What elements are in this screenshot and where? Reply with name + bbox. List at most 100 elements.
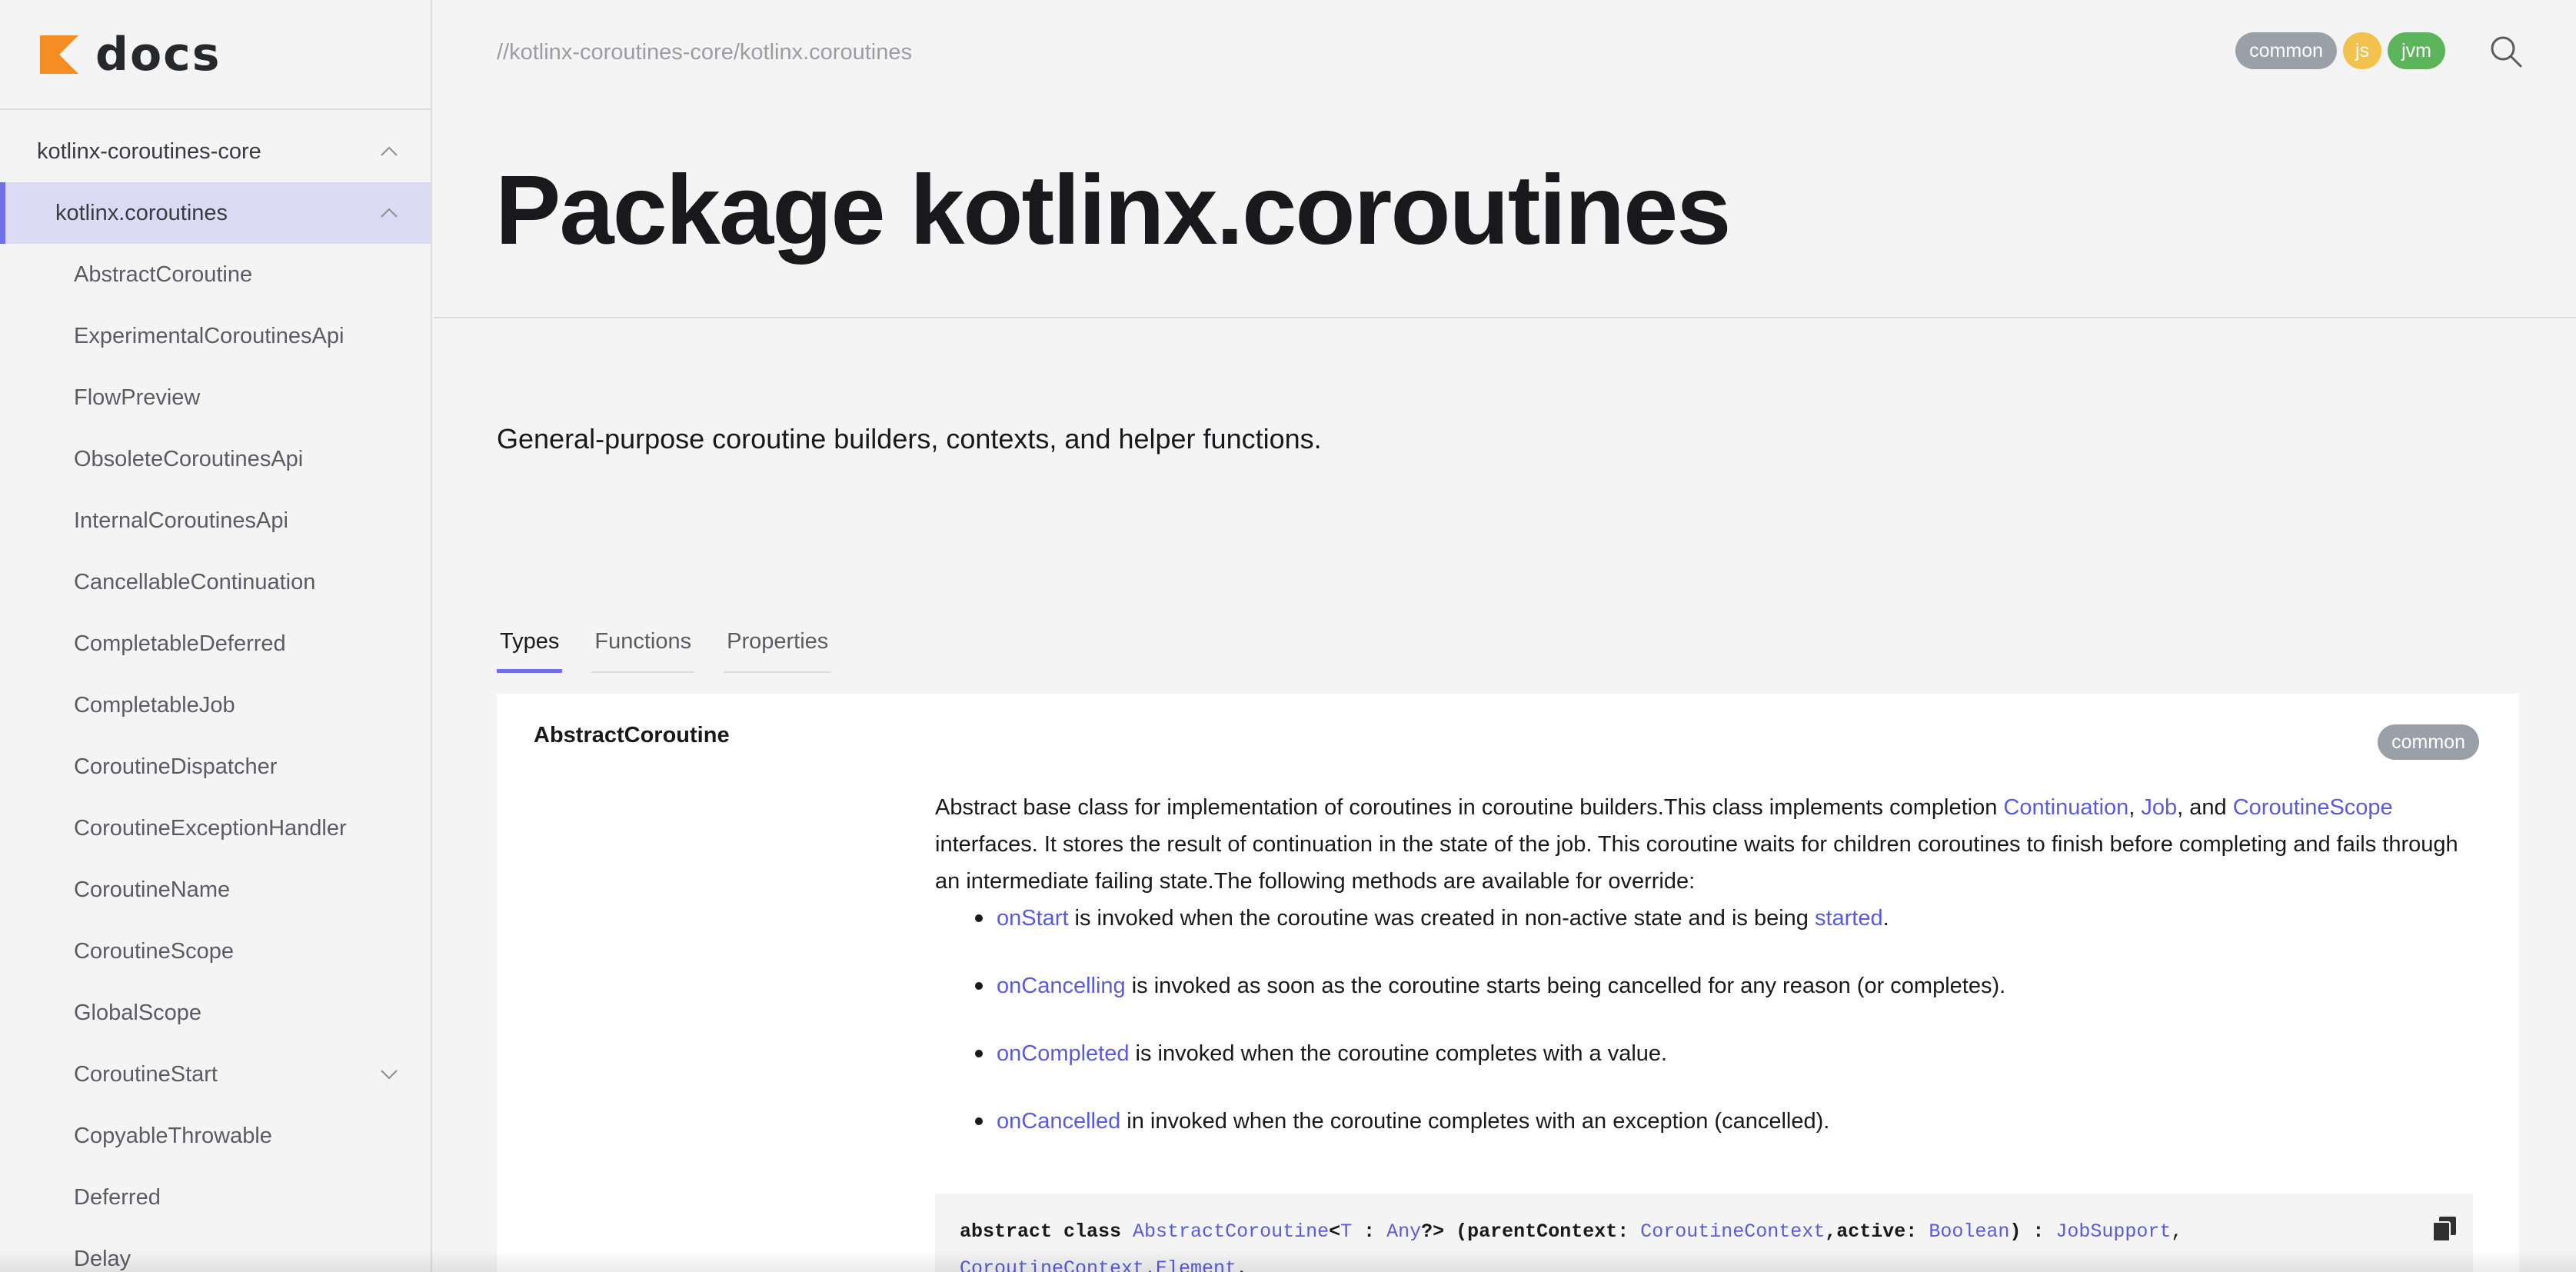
sidebar-item-label: kotlinx-coroutines-core (37, 138, 261, 164)
sidebar-item-coroutinename[interactable]: CoroutineName (0, 859, 431, 921)
logo-bar: docs (0, 0, 431, 110)
sidebar-item-internalcoroutinesapi[interactable]: InternalCoroutinesApi (0, 490, 431, 551)
link-on-completed[interactable]: onCompleted (997, 1041, 1130, 1066)
link-job[interactable]: Job (2141, 795, 2177, 820)
platform-badge-js[interactable]: js (2343, 32, 2382, 69)
sidebar-item-obsoletecoroutinesapi[interactable]: ObsoleteCoroutinesApi (0, 428, 431, 490)
code-link[interactable]: AbstractCoroutine (1133, 1220, 1329, 1243)
chevron-down-icon[interactable] (380, 1068, 398, 1081)
type-description: Abstract base class for implementation o… (935, 789, 2481, 1170)
sidebar-item-label: CoroutineExceptionHandler (74, 815, 347, 841)
content-tabs: Types Functions Properties (497, 624, 832, 673)
type-card-abstract-coroutine: AbstractCoroutine common Abstract base c… (497, 694, 2519, 1272)
code-param: active: (1836, 1220, 1929, 1243)
code-punct: , (1825, 1220, 1837, 1243)
sidebar-item-completabledeferred[interactable]: CompletableDeferred (0, 613, 431, 674)
platform-badge-common[interactable]: common (2235, 32, 2338, 69)
sidebar-item-label: CoroutineName (74, 877, 231, 902)
code-line: abstract class AbstractCoroutine<T : Any… (960, 1214, 2448, 1272)
list-item: onCancelled in invoked when the coroutin… (935, 1103, 2481, 1170)
sidebar-item-flowpreview[interactable]: FlowPreview (0, 367, 431, 428)
logo-text[interactable]: docs (95, 32, 221, 78)
sidebar-item-label: ExperimentalCoroutinesApi (74, 323, 344, 348)
list-item-text: is invoked when the coroutine was create… (1068, 906, 1815, 931)
list-item: onCompleted is invoked when the coroutin… (935, 1035, 2481, 1103)
link-on-cancelled[interactable]: onCancelled (997, 1109, 1120, 1134)
sidebar-item-coroutinestart[interactable]: CoroutineStart (0, 1044, 431, 1105)
code-link[interactable]: JobSupport (2055, 1220, 2171, 1243)
page-title: Package kotlinx.coroutines (495, 155, 1731, 265)
list-item-text: . (1882, 906, 1889, 931)
list-item-text: is invoked when the coroutine completes … (1129, 1041, 1668, 1066)
link-started[interactable]: started (1815, 906, 1883, 931)
sidebar-item-deferred[interactable]: Deferred (0, 1167, 431, 1228)
kotlin-logo-icon[interactable] (40, 35, 78, 74)
sidebar-item-globalscope[interactable]: GlobalScope (0, 982, 431, 1044)
sidebar-item-label: CoroutineDispatcher (74, 754, 278, 779)
intro-text: interfaces. It stores the result of cont… (935, 832, 2458, 894)
code-punct: , (1236, 1257, 1249, 1272)
main-content: //kotlinx-coroutines-core/kotlinx.corout… (434, 0, 2576, 1272)
sidebar-item-label: AbstractCoroutine (74, 261, 253, 287)
code-link[interactable]: CoroutineContext.Element (960, 1257, 1236, 1272)
sidebar: docs kotlinx-coroutines-core kotlinx.coro… (0, 0, 432, 1272)
sidebar-item-label: FlowPreview (74, 385, 201, 410)
chevron-up-icon[interactable] (380, 207, 398, 219)
sidebar-item-delay[interactable]: Delay (0, 1228, 431, 1272)
package-description: General-purpose coroutine builders, cont… (497, 423, 1322, 455)
link-on-start[interactable]: onStart (997, 906, 1069, 931)
sidebar-item-completablejob[interactable]: CompletableJob (0, 674, 431, 736)
intro-sep: , (2128, 795, 2142, 820)
sidebar-item-cancellablecontinuation[interactable]: CancellableContinuation (0, 551, 431, 613)
type-intro: Abstract base class for implementation o… (935, 789, 2481, 900)
code-punct: ) : (2009, 1220, 2056, 1243)
link-coroutine-scope[interactable]: CoroutineScope (2233, 795, 2393, 820)
sidebar-item-label: CompletableDeferred (74, 631, 286, 656)
sidebar-item-kotlinx-coroutines[interactable]: kotlinx.coroutines (0, 182, 431, 244)
sidebar-item-coroutineexceptionhandler[interactable]: CoroutineExceptionHandler (0, 797, 431, 859)
code-keyword: abstract class (960, 1220, 1133, 1243)
signature-code-block[interactable]: abstract class AbstractCoroutine<T : Any… (935, 1194, 2473, 1272)
breadcrumb[interactable]: //kotlinx-coroutines-core/kotlinx.corout… (497, 40, 912, 65)
search-icon[interactable] (2488, 34, 2524, 69)
link-continuation[interactable]: Continuation (2003, 795, 2128, 820)
code-param: parentContext: (1467, 1220, 1641, 1243)
copy-icon[interactable] (2433, 1217, 2456, 1241)
code-link[interactable]: T (1340, 1220, 1352, 1243)
tab-properties[interactable]: Properties (724, 624, 832, 673)
sidebar-item-abstractcoroutine[interactable]: AbstractCoroutine (0, 244, 431, 305)
list-item: onStart is invoked when the coroutine wa… (935, 900, 2481, 967)
sidebar-item-label: CancellableContinuation (74, 569, 316, 594)
sidebar-item-coroutinescope[interactable]: CoroutineScope (0, 921, 431, 982)
title-divider (434, 317, 2576, 318)
code-punct: < (1329, 1220, 1341, 1243)
code-link[interactable]: Boolean (1929, 1220, 2009, 1243)
platform-badge-jvm[interactable]: jvm (2388, 32, 2445, 69)
tab-types[interactable]: Types (497, 624, 563, 673)
code-punct: ?> ( (1421, 1220, 1468, 1243)
list-item-text: in invoked when the coroutine completes … (1120, 1109, 1830, 1134)
sidebar-item-kotlinx-coroutines-core[interactable]: kotlinx-coroutines-core (0, 121, 431, 182)
type-platform-badge[interactable]: common (2378, 724, 2479, 760)
code-link[interactable]: Any (1386, 1220, 1421, 1243)
link-on-cancelling[interactable]: onCancelling (997, 974, 1126, 998)
sidebar-item-label: kotlinx.coroutines (55, 200, 228, 225)
sidebar-item-label: CopyableThrowable (74, 1123, 272, 1148)
sidebar-item-label: Delay (74, 1246, 131, 1271)
type-title[interactable]: AbstractCoroutine (534, 723, 730, 748)
list-item-text: is invoked as soon as the coroutine star… (1125, 974, 2006, 998)
override-methods-list: onStart is invoked when the coroutine wa… (935, 900, 2481, 1170)
sidebar-item-label: ObsoleteCoroutinesApi (74, 446, 304, 471)
sidebar-item-label: GlobalScope (74, 1000, 202, 1025)
intro-text: Abstract base class for implementation o… (935, 795, 2004, 820)
chevron-up-icon[interactable] (380, 145, 398, 158)
sidebar-item-label: InternalCoroutinesApi (74, 508, 288, 533)
sidebar-item-label: CoroutineScope (74, 938, 234, 964)
sidebar-item-experimentalcoroutinesapi[interactable]: ExperimentalCoroutinesApi (0, 305, 431, 367)
sidebar-item-coroutinedispatcher[interactable]: CoroutineDispatcher (0, 736, 431, 797)
sidebar-item-copyablethrowable[interactable]: CopyableThrowable (0, 1105, 431, 1167)
list-item: onCancelling is invoked as soon as the c… (935, 967, 2481, 1035)
platform-badges: common js jvm (2235, 32, 2445, 69)
tab-functions[interactable]: Functions (591, 624, 695, 673)
code-link[interactable]: CoroutineContext (1640, 1220, 1825, 1243)
